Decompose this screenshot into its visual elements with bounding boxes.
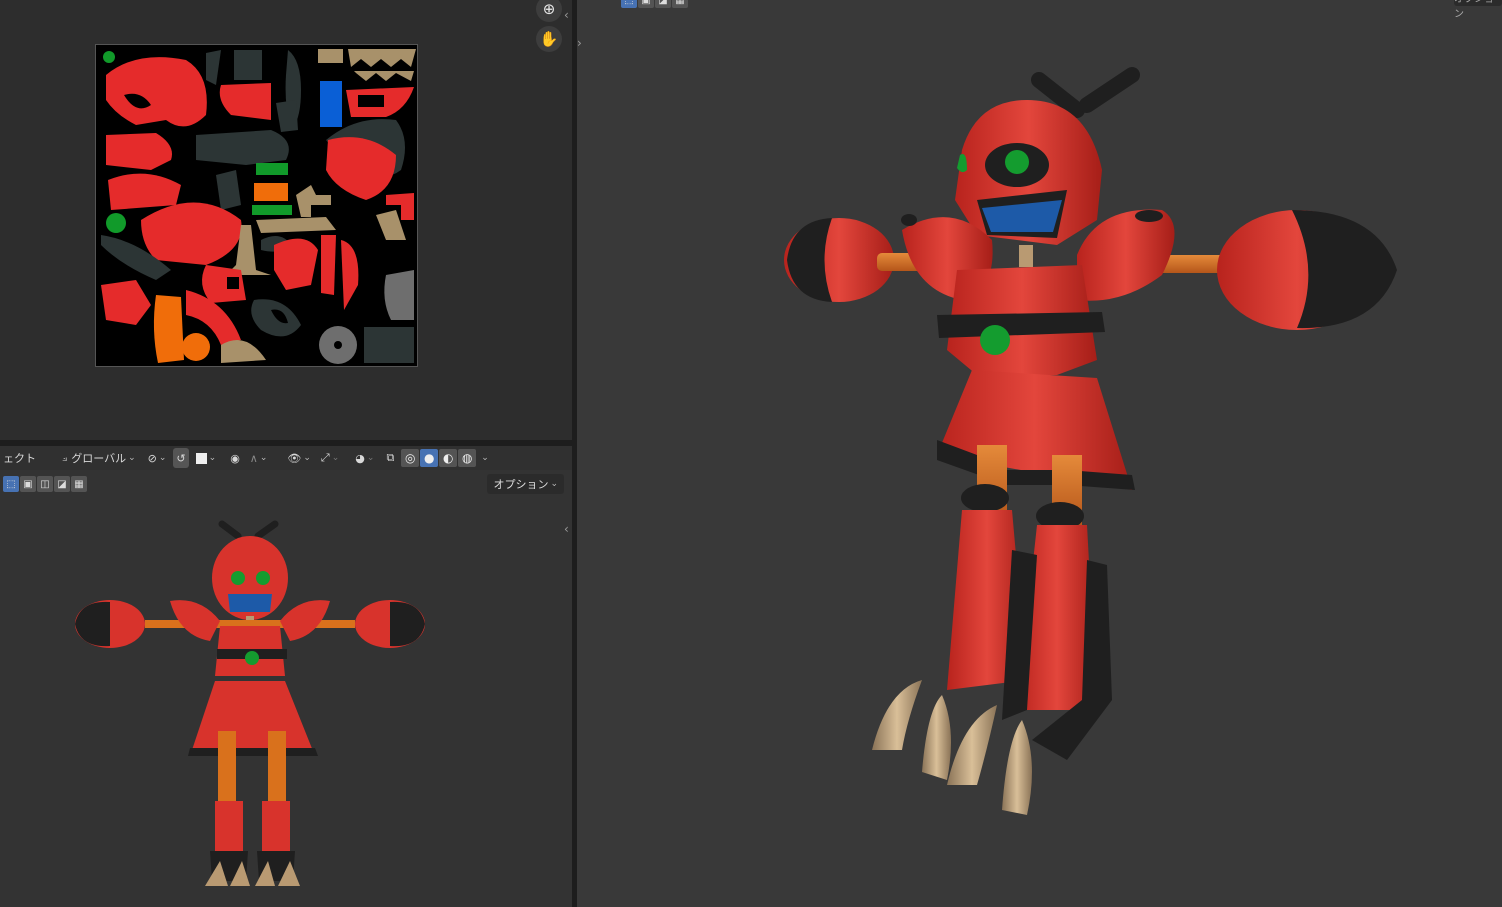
chevron-down-icon: ⌄ (128, 453, 136, 463)
shading-options-chevron-icon[interactable]: ⌄ (481, 453, 489, 463)
solid-shading-icon[interactable]: ● (420, 449, 439, 467)
chevron-down-icon: ⌄ (158, 453, 167, 463)
xray-icon: ⧉ (386, 451, 395, 464)
gizmo-dropdown[interactable]: ⤢ ⌄ (318, 448, 342, 468)
select-invert-icon[interactable]: ◪ (54, 476, 70, 492)
magnet-icon: ↺ (176, 451, 186, 465)
select-extend-icon[interactable]: ▣ (20, 476, 36, 492)
select-subtract-icon[interactable]: ◫ (37, 476, 53, 492)
select-subtract-icon[interactable]: ◪ (655, 0, 671, 8)
select-box-icon[interactable]: ⬚ (3, 476, 19, 492)
viewport-small-area[interactable]: ェクト ⟓ グローバル ⌄ ⊘⌄ ↺ ⌄ ◉ ∧⌄ 👁⌄ ⤢⌄ ◕⌄ (0, 446, 572, 907)
chevron-down-icon: ⌄ (259, 453, 268, 463)
chevron-down-icon: ⌄ (303, 453, 311, 463)
select-invert-icon[interactable]: ▦ (672, 0, 688, 8)
sidebar-collapse-icon[interactable]: ‹ (564, 8, 569, 22)
eye-icon: 👁 (287, 451, 302, 465)
options-label: オプション (493, 478, 549, 491)
viewport-main-area[interactable]: › ⬚ ▣ ◪ ▦ オプション (577, 0, 1502, 907)
main-select-mode-group: ⬚ ▣ ◪ ▦ (621, 0, 689, 8)
gizmo-icon: ⤢ (320, 451, 330, 464)
shading-mode-group: ◎ ● ◐ ◍ (401, 449, 477, 467)
orientation-label: グローバル (71, 452, 127, 465)
sidebar-collapse-icon[interactable]: ‹ (564, 522, 569, 536)
chevron-down-icon: ⌄ (331, 453, 340, 463)
snap-toggle[interactable]: ↺ (173, 448, 189, 468)
options-dropdown[interactable]: オプション ⌄ (487, 474, 564, 494)
select-box-icon[interactable]: ⬚ (621, 0, 637, 8)
square-icon (195, 452, 207, 464)
overlays-dropdown[interactable]: ◕ ⌄ (352, 448, 377, 468)
uv-islands (101, 49, 416, 364)
chevron-down-icon: ⌄ (208, 453, 217, 463)
uv-editor-area[interactable]: ⊕ ✋ ‹ (0, 0, 572, 440)
falloff-curve-icon: ∧ (249, 451, 258, 465)
orientation-icon: ⟓ (62, 451, 68, 464)
character-front-view[interactable] (70, 516, 440, 891)
snap-target-dropdown[interactable]: ⌄ (193, 448, 220, 468)
chevron-down-icon: ⌄ (366, 453, 375, 463)
select-extend-icon[interactable]: ▣ (638, 0, 654, 8)
rendered-shading-icon[interactable]: ◍ (458, 449, 477, 467)
wireframe-shading-icon[interactable]: ◎ (401, 449, 420, 467)
xray-toggle[interactable]: ⧉ (383, 448, 397, 468)
proportional-icon: ◉ (230, 451, 240, 465)
overlay-icon: ◕ (355, 451, 365, 465)
pivot-point-dropdown[interactable]: ⊘ ⌄ (145, 448, 170, 468)
main-options-label: オプション (1454, 0, 1494, 20)
link-icon: ⊘ (147, 451, 157, 465)
select-mode-group: ⬚ ▣ ◫ ◪ ▦ (3, 476, 88, 492)
select-intersect-icon[interactable]: ▦ (71, 476, 87, 492)
zoom-in-icon[interactable]: ⊕ (536, 0, 562, 22)
hand-pan-icon[interactable]: ✋ (536, 26, 562, 52)
material-shading-icon[interactable]: ◐ (439, 449, 458, 467)
character-perspective-view[interactable] (777, 60, 1407, 830)
uv-texture-image (95, 44, 418, 367)
main-options-dropdown[interactable]: オプション (1454, 0, 1502, 20)
object-mode-label[interactable]: ェクト (0, 448, 39, 468)
viewport-small-header: ェクト ⟓ グローバル ⌄ ⊘⌄ ↺ ⌄ ◉ ∧⌄ 👁⌄ ⤢⌄ ◕⌄ (0, 446, 572, 470)
toolbar-expand-icon[interactable]: › (577, 36, 582, 50)
proportional-edit-toggle[interactable]: ◉ (227, 448, 243, 468)
chevron-down-icon: ⌄ (550, 479, 558, 489)
visibility-dropdown[interactable]: 👁 ⌄ (284, 448, 314, 468)
falloff-dropdown[interactable]: ∧ ⌄ (247, 448, 271, 468)
transform-orientation-dropdown[interactable]: ⟓ グローバル ⌄ (59, 448, 139, 468)
